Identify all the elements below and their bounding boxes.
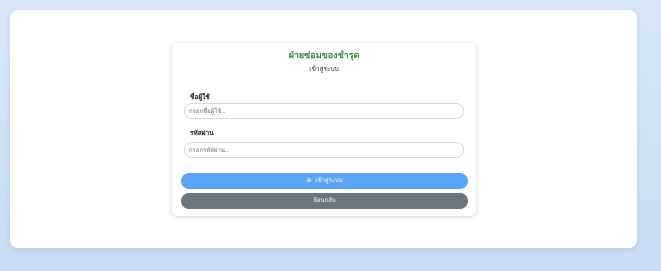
login-card: ฝ่ายซ่อมของชำรุด เข้าสู่ระบบ ชื่อผู้ใช้ … [172, 43, 476, 216]
password-label: รหัสผ่าน [190, 129, 214, 137]
username-input[interactable] [184, 103, 464, 119]
back-button[interactable]: ย้อนกลับ [181, 193, 468, 209]
login-button[interactable]: ⊕ เข้าสู่ระบบ [181, 173, 468, 189]
login-icon: ⊕ [306, 177, 312, 184]
login-button-label: เข้าสู่ระบบ [315, 177, 343, 184]
password-input[interactable] [184, 142, 464, 158]
card-subtitle: เข้าสู่ระบบ [309, 65, 339, 73]
card-title: ฝ่ายซ่อมของชำรุด [288, 51, 360, 61]
page-background: ฝ่ายซ่อมของชำรุด เข้าสู่ระบบ ชื่อผู้ใช้ … [0, 0, 661, 271]
username-label: ชื่อผู้ใช้ [190, 93, 210, 101]
back-button-label: ย้อนกลับ [313, 197, 336, 204]
